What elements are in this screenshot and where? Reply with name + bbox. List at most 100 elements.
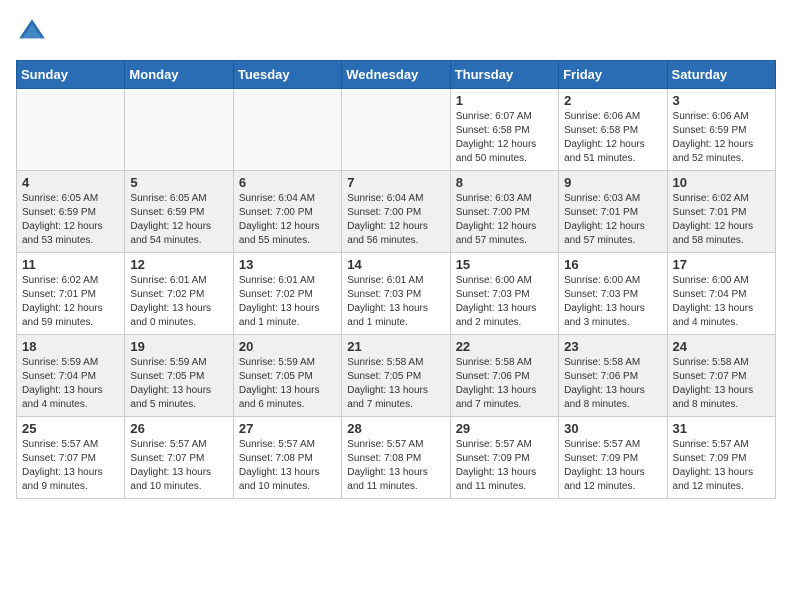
calendar-cell: 30 Sunrise: 5:57 AMSunset: 7:09 PMDayligh… — [559, 417, 667, 499]
day-number: 18 — [22, 339, 119, 354]
calendar-cell: 26 Sunrise: 5:57 AMSunset: 7:07 PMDayligh… — [125, 417, 233, 499]
day-info: Sunrise: 6:06 AMSunset: 6:59 PMDaylight:… — [673, 110, 770, 166]
day-header-wednesday: Wednesday — [342, 61, 450, 89]
day-number: 26 — [130, 421, 227, 436]
calendar-cell: 15 Sunrise: 6:00 AMSunset: 7:03 PMDayligh… — [450, 253, 558, 335]
day-number: 11 — [22, 257, 119, 272]
calendar-cell: 11 Sunrise: 6:02 AMSunset: 7:01 PMDayligh… — [17, 253, 125, 335]
day-header-tuesday: Tuesday — [233, 61, 341, 89]
calendar-table: SundayMondayTuesdayWednesdayThursdayFrid… — [16, 60, 776, 499]
calendar-cell: 24 Sunrise: 5:58 AMSunset: 7:07 PMDayligh… — [667, 335, 775, 417]
day-info: Sunrise: 5:59 AMSunset: 7:05 PMDaylight:… — [130, 356, 227, 412]
day-number: 7 — [347, 175, 444, 190]
day-info: Sunrise: 6:07 AMSunset: 6:58 PMDaylight:… — [456, 110, 553, 166]
day-info: Sunrise: 6:03 AMSunset: 7:01 PMDaylight:… — [564, 192, 661, 248]
day-number: 3 — [673, 93, 770, 108]
page-header — [16, 16, 776, 48]
day-info: Sunrise: 5:57 AMSunset: 7:09 PMDaylight:… — [564, 438, 661, 494]
calendar-cell: 18 Sunrise: 5:59 AMSunset: 7:04 PMDayligh… — [17, 335, 125, 417]
day-number: 8 — [456, 175, 553, 190]
day-info: Sunrise: 5:57 AMSunset: 7:08 PMDaylight:… — [239, 438, 336, 494]
day-number: 25 — [22, 421, 119, 436]
day-number: 24 — [673, 339, 770, 354]
day-info: Sunrise: 6:02 AMSunset: 7:01 PMDaylight:… — [22, 274, 119, 330]
calendar-cell: 4 Sunrise: 6:05 AMSunset: 6:59 PMDaylight… — [17, 171, 125, 253]
day-info: Sunrise: 5:58 AMSunset: 7:06 PMDaylight:… — [456, 356, 553, 412]
calendar-cell: 14 Sunrise: 6:01 AMSunset: 7:03 PMDayligh… — [342, 253, 450, 335]
day-info: Sunrise: 6:00 AMSunset: 7:03 PMDaylight:… — [564, 274, 661, 330]
day-header-friday: Friday — [559, 61, 667, 89]
day-number: 20 — [239, 339, 336, 354]
day-header-monday: Monday — [125, 61, 233, 89]
calendar-cell: 22 Sunrise: 5:58 AMSunset: 7:06 PMDayligh… — [450, 335, 558, 417]
day-number: 5 — [130, 175, 227, 190]
calendar-cell: 29Sunrise: 5:57 AMSunset: 7:09 PMDayligh… — [450, 417, 558, 499]
day-info: Sunrise: 5:57 AMSunset: 7:07 PMDaylight:… — [22, 438, 119, 494]
day-number: 9 — [564, 175, 661, 190]
day-number: 10 — [673, 175, 770, 190]
day-number: 2 — [564, 93, 661, 108]
day-number: 6 — [239, 175, 336, 190]
calendar-cell: 23Sunrise: 5:58 AMSunset: 7:06 PMDayligh… — [559, 335, 667, 417]
day-info: Sunrise: 6:05 AMSunset: 6:59 PMDaylight:… — [22, 192, 119, 248]
day-header-saturday: Saturday — [667, 61, 775, 89]
day-header-sunday: Sunday — [17, 61, 125, 89]
day-number: 17 — [673, 257, 770, 272]
day-number: 19 — [130, 339, 227, 354]
calendar-week-4: 18 Sunrise: 5:59 AMSunset: 7:04 PMDayligh… — [17, 335, 776, 417]
calendar-cell: 3 Sunrise: 6:06 AMSunset: 6:59 PMDaylight… — [667, 89, 775, 171]
calendar-cell: 25 Sunrise: 5:57 AMSunset: 7:07 PMDayligh… — [17, 417, 125, 499]
calendar-cell: 9 Sunrise: 6:03 AMSunset: 7:01 PMDaylight… — [559, 171, 667, 253]
day-number: 14 — [347, 257, 444, 272]
day-info: Sunrise: 6:04 AMSunset: 7:00 PMDaylight:… — [347, 192, 444, 248]
day-info: Sunrise: 5:58 AMSunset: 7:06 PMDaylight:… — [564, 356, 661, 412]
day-info: Sunrise: 5:59 AMSunset: 7:04 PMDaylight:… — [22, 356, 119, 412]
day-number: 22 — [456, 339, 553, 354]
calendar-cell — [125, 89, 233, 171]
day-number: 4 — [22, 175, 119, 190]
logo — [16, 16, 52, 48]
day-info: Sunrise: 5:57 AMSunset: 7:08 PMDaylight:… — [347, 438, 444, 494]
calendar-cell: 17 Sunrise: 6:00 AMSunset: 7:04 PMDayligh… — [667, 253, 775, 335]
day-info: Sunrise: 6:01 AMSunset: 7:03 PMDaylight:… — [347, 274, 444, 330]
day-info: Sunrise: 5:57 AMSunset: 7:07 PMDaylight:… — [130, 438, 227, 494]
calendar-cell: 16 Sunrise: 6:00 AMSunset: 7:03 PMDayligh… — [559, 253, 667, 335]
calendar-cell: 13 Sunrise: 6:01 AMSunset: 7:02 PMDayligh… — [233, 253, 341, 335]
calendar-cell: 7 Sunrise: 6:04 AMSunset: 7:00 PMDaylight… — [342, 171, 450, 253]
calendar-cell: 6 Sunrise: 6:04 AMSunset: 7:00 PMDaylight… — [233, 171, 341, 253]
day-number: 16 — [564, 257, 661, 272]
day-info: Sunrise: 5:59 AMSunset: 7:05 PMDaylight:… — [239, 356, 336, 412]
calendar-cell: 1Sunrise: 6:07 AMSunset: 6:58 PMDaylight… — [450, 89, 558, 171]
calendar-cell: 21 Sunrise: 5:58 AMSunset: 7:05 PMDayligh… — [342, 335, 450, 417]
day-number: 27 — [239, 421, 336, 436]
day-number: 30 — [564, 421, 661, 436]
day-info: Sunrise: 6:03 AMSunset: 7:00 PMDaylight:… — [456, 192, 553, 248]
calendar-cell: 10 Sunrise: 6:02 AMSunset: 7:01 PMDayligh… — [667, 171, 775, 253]
day-info: Sunrise: 5:58 AMSunset: 7:07 PMDaylight:… — [673, 356, 770, 412]
calendar-cell: 8 Sunrise: 6:03 AMSunset: 7:00 PMDaylight… — [450, 171, 558, 253]
day-info: Sunrise: 6:00 AMSunset: 7:04 PMDaylight:… — [673, 274, 770, 330]
calendar-week-1: 1Sunrise: 6:07 AMSunset: 6:58 PMDaylight… — [17, 89, 776, 171]
day-info: Sunrise: 5:58 AMSunset: 7:05 PMDaylight:… — [347, 356, 444, 412]
logo-icon — [16, 16, 48, 48]
calendar-cell: 19 Sunrise: 5:59 AMSunset: 7:05 PMDayligh… — [125, 335, 233, 417]
day-info: Sunrise: 5:57 AMSunset: 7:09 PMDaylight:… — [673, 438, 770, 494]
day-info: Sunrise: 5:57 AMSunset: 7:09 PMDaylight:… — [456, 438, 553, 494]
day-number: 31 — [673, 421, 770, 436]
day-number: 15 — [456, 257, 553, 272]
day-info: Sunrise: 6:02 AMSunset: 7:01 PMDaylight:… — [673, 192, 770, 248]
calendar-cell: 31 Sunrise: 5:57 AMSunset: 7:09 PMDayligh… — [667, 417, 775, 499]
day-info: Sunrise: 6:00 AMSunset: 7:03 PMDaylight:… — [456, 274, 553, 330]
calendar-cell — [233, 89, 341, 171]
day-number: 28 — [347, 421, 444, 436]
calendar-cell: 2Sunrise: 6:06 AMSunset: 6:58 PMDaylight… — [559, 89, 667, 171]
day-number: 12 — [130, 257, 227, 272]
calendar-cell: 5Sunrise: 6:05 AMSunset: 6:59 PMDaylight… — [125, 171, 233, 253]
day-info: Sunrise: 6:04 AMSunset: 7:00 PMDaylight:… — [239, 192, 336, 248]
day-info: Sunrise: 6:01 AMSunset: 7:02 PMDaylight:… — [239, 274, 336, 330]
day-number: 21 — [347, 339, 444, 354]
day-header-thursday: Thursday — [450, 61, 558, 89]
calendar-cell — [17, 89, 125, 171]
calendar-week-2: 4 Sunrise: 6:05 AMSunset: 6:59 PMDaylight… — [17, 171, 776, 253]
day-number: 13 — [239, 257, 336, 272]
